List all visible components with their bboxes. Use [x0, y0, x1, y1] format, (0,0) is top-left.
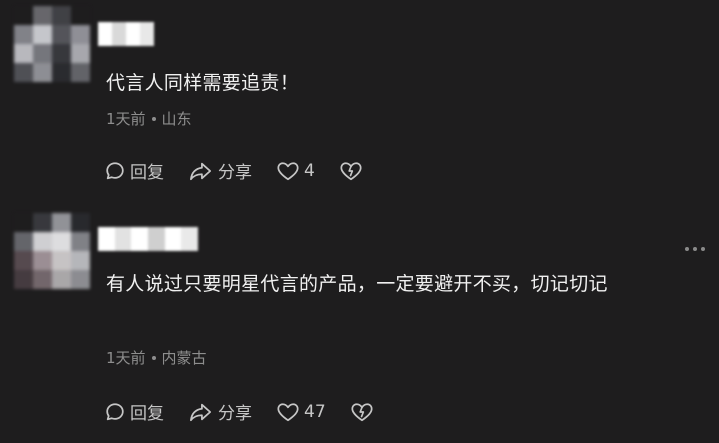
share-label: 分享: [218, 163, 252, 183]
unlike-icon: [351, 402, 373, 421]
reply-button[interactable]: 回复: [104, 399, 164, 424]
unlike-icon: [340, 161, 362, 180]
separator-dot: [151, 116, 156, 121]
like-count: 4: [304, 160, 315, 181]
reply-button[interactable]: 回复: [104, 158, 164, 183]
reply-icon: [106, 161, 124, 179]
like-button[interactable]: 4: [276, 160, 315, 182]
avatar[interactable]: [14, 6, 90, 82]
comment-item: 有人说过只要明星代言的产品，一定要避开不买，切记切记 1天前 内蒙古 回复 分享…: [0, 205, 719, 443]
comment-time: 1天前: [106, 349, 146, 367]
reply-icon: [106, 402, 124, 420]
comment-actions: 回复 分享 47: [104, 399, 374, 424]
username[interactable]: [98, 227, 199, 251]
unlike-button[interactable]: [350, 401, 374, 423]
share-button[interactable]: 分享: [188, 399, 252, 424]
comment-text: 代言人同样需要追责！: [106, 72, 300, 94]
reply-label: 回复: [130, 404, 164, 424]
like-button[interactable]: 47: [276, 401, 326, 423]
comment-meta: 1天前 内蒙古: [106, 347, 207, 368]
comment-meta: 1天前 山东: [106, 108, 192, 129]
like-icon: [277, 161, 299, 180]
like-icon: [277, 402, 299, 421]
share-button[interactable]: 分享: [188, 158, 252, 183]
comment-text: 有人说过只要明星代言的产品，一定要避开不买，切记切记: [106, 273, 608, 295]
separator-dot: [151, 355, 156, 360]
more-button[interactable]: [685, 247, 705, 251]
username[interactable]: [98, 22, 154, 46]
comment-item: 代言人同样需要追责！ 1天前 山东 回复 分享 4: [0, 0, 719, 210]
comment-location: 内蒙古: [161, 349, 207, 367]
more-icon: [685, 247, 689, 251]
comment-location: 山东: [161, 110, 192, 128]
reply-label: 回复: [130, 163, 164, 183]
like-count: 47: [304, 401, 326, 422]
comment-actions: 回复 分享 4: [104, 158, 363, 183]
share-icon: [190, 403, 212, 421]
unlike-button[interactable]: [339, 160, 363, 182]
share-icon: [190, 162, 212, 180]
share-label: 分享: [218, 404, 252, 424]
avatar[interactable]: [14, 213, 90, 289]
comment-time: 1天前: [106, 110, 146, 128]
